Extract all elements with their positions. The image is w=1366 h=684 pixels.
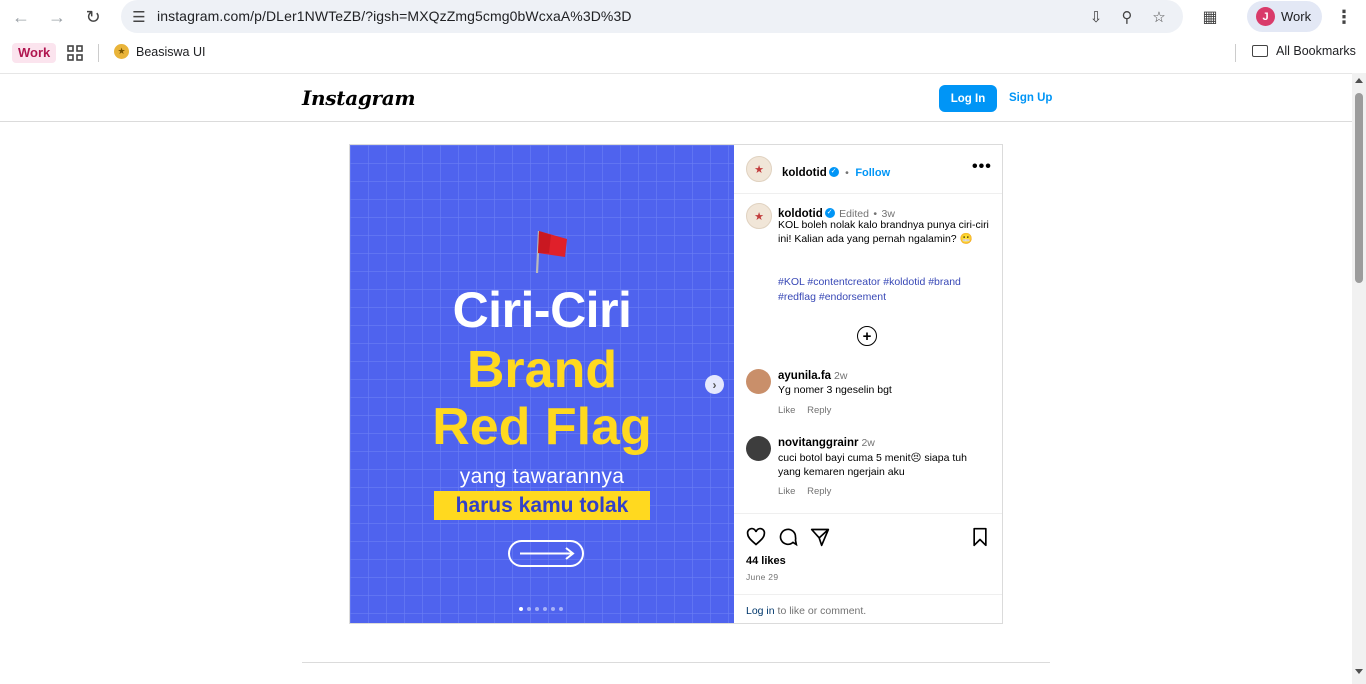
- media-title-line3: Red Flag: [432, 398, 652, 456]
- all-bookmarks-button[interactable]: All Bookmarks: [1252, 44, 1356, 58]
- instagram-header: Instagram Log In Sign Up: [0, 74, 1352, 122]
- extensions-icon[interactable]: ▦: [1198, 5, 1222, 29]
- scroll-down-icon[interactable]: [1355, 669, 1363, 674]
- page-scrollbar[interactable]: [1352, 73, 1366, 684]
- post-sidebar: ★ koldotid ✓ • Follow ••• ★ koldotid ✓ Edi…: [734, 145, 1002, 623]
- caption-text: KOL boleh nolak kalo brandnya punya ciri…: [778, 219, 989, 245]
- comment-text: cuci botol bayi cuma 5 menit😣 siapa tuh …: [778, 452, 967, 478]
- verified-icon: ✓: [824, 207, 835, 218]
- post-media[interactable]: Ciri-Ciri Brand Red Flag yang tawarannya…: [350, 145, 734, 623]
- comment-meta: ayunila.fa 2w: [778, 370, 847, 382]
- comment-avatar[interactable]: [746, 436, 771, 461]
- comment-username[interactable]: ayunila.fa: [778, 370, 831, 382]
- signup-link[interactable]: Sign Up: [1009, 92, 1052, 104]
- login-suffix: to like or comment.: [774, 605, 867, 617]
- slide-dot: [519, 607, 523, 611]
- caption-hashtags[interactable]: #KOL #contentcreator #koldotid #brand #r…: [778, 275, 992, 305]
- comment-like-button[interactable]: Like: [778, 486, 795, 497]
- red-flag-icon: [535, 230, 567, 274]
- slide-dot: [527, 607, 531, 611]
- page-content: Instagram Log In Sign Up Ciri-Ciri Brand…: [0, 73, 1352, 684]
- apps-grid-icon[interactable]: [67, 45, 83, 61]
- address-bar[interactable]: ☰ instagram.com/p/DLer1NWTeZB/?igsh=MXQz…: [121, 0, 1183, 33]
- site-settings-icon[interactable]: ☰: [129, 7, 149, 27]
- post-header: ★ koldotid ✓ • Follow •••: [734, 145, 1002, 194]
- media-highlight: harus kamu tolak: [434, 491, 650, 520]
- scroll-thumb[interactable]: [1355, 93, 1363, 283]
- slide-indicator: [519, 607, 563, 611]
- media-title-line2: Brand: [466, 341, 618, 399]
- profile-avatar: J: [1256, 7, 1275, 26]
- comment-actions: Like Reply: [778, 405, 840, 416]
- content-divider: [302, 662, 1050, 663]
- login-button[interactable]: Log In: [939, 85, 997, 112]
- folder-icon: [1252, 45, 1268, 57]
- login-link[interactable]: Log in: [746, 605, 775, 617]
- comment-like-button[interactable]: Like: [778, 405, 795, 416]
- scroll-up-icon[interactable]: [1355, 78, 1363, 83]
- post-card: Ciri-Ciri Brand Red Flag yang tawarannya…: [349, 144, 1003, 624]
- slide-dot: [559, 607, 563, 611]
- bookmark-star-icon[interactable]: ☆: [1149, 7, 1169, 27]
- browser-menu-icon[interactable]: ⋮: [1333, 5, 1355, 29]
- slide-dot: [543, 607, 547, 611]
- bookmarks-bar: Work ★ Beasiswa UI All Bookmarks: [0, 34, 1366, 72]
- share-icon[interactable]: [810, 527, 830, 547]
- comment-reply-button[interactable]: Reply: [807, 405, 831, 416]
- bookmark-beasiswa[interactable]: ★ Beasiswa UI: [114, 44, 205, 59]
- author-line: koldotid ✓ • Follow: [782, 163, 890, 181]
- bookmark-group-work[interactable]: Work: [12, 43, 57, 63]
- instagram-logo[interactable]: Instagram: [302, 86, 416, 110]
- arrow-pill: [508, 540, 584, 567]
- comment-actions: Like Reply: [778, 486, 840, 497]
- comment-username[interactable]: novitanggrainr: [778, 437, 859, 449]
- bookmark-label: Beasiswa UI: [136, 44, 206, 59]
- all-bookmarks-label: All Bookmarks: [1276, 44, 1356, 58]
- slide-dot: [551, 607, 555, 611]
- address-url[interactable]: instagram.com/p/DLer1NWTeZB/?igsh=MXQzZm…: [157, 8, 632, 24]
- favicon-icon: ★: [114, 44, 129, 59]
- browser-toolbar: ← → ↻ ☰ instagram.com/p/DLer1NWTeZB/?igs…: [0, 0, 1366, 34]
- likes-count[interactable]: 44 likes: [746, 555, 786, 567]
- next-slide-button[interactable]: ›: [705, 375, 724, 394]
- long-arrow-icon: [520, 547, 575, 560]
- login-prompt: Log in to like or comment.: [746, 605, 866, 617]
- reload-icon[interactable]: ↻: [81, 5, 105, 29]
- comment-reply-button[interactable]: Reply: [807, 486, 831, 497]
- media-title-line1: Ciri-Ciri: [452, 282, 632, 338]
- post-date: June 29: [746, 572, 779, 582]
- comment-meta: novitanggrainr 2w: [778, 437, 875, 449]
- install-app-icon[interactable]: ⇩: [1086, 7, 1106, 27]
- heart-icon[interactable]: [746, 527, 766, 547]
- author-username[interactable]: koldotid: [782, 167, 827, 179]
- dot-separator: •: [845, 167, 849, 179]
- author-avatar[interactable]: ★: [746, 156, 772, 182]
- verified-icon: ✓: [828, 166, 839, 177]
- profile-button[interactable]: J Work: [1247, 1, 1322, 32]
- post-actions: 44 likes June 29 Log in to like or comme…: [734, 513, 1002, 623]
- media-subtitle: yang tawarannya: [459, 465, 625, 488]
- bookmark-separator: [1235, 44, 1236, 62]
- save-icon[interactable]: [970, 527, 990, 547]
- profile-name: Work: [1281, 9, 1312, 24]
- slide-dot: [535, 607, 539, 611]
- comment-time: 2w: [861, 437, 875, 449]
- back-arrow-icon[interactable]: ←: [9, 5, 33, 29]
- comment-text: Yg nomer 3 ngeselin bgt: [778, 384, 892, 396]
- caption-avatar[interactable]: ★: [746, 203, 772, 229]
- follow-button[interactable]: Follow: [855, 167, 890, 179]
- load-more-comments-icon[interactable]: +: [857, 326, 877, 346]
- zoom-icon[interactable]: ⚲: [1117, 7, 1137, 27]
- comment-time: 2w: [833, 370, 848, 382]
- more-options-icon[interactable]: •••: [972, 158, 992, 176]
- bookmark-separator: [98, 44, 99, 62]
- comment-avatar[interactable]: [746, 369, 771, 394]
- forward-arrow-icon[interactable]: →: [45, 5, 69, 29]
- comment-icon[interactable]: [778, 527, 798, 547]
- login-to-comment: Log in to like or comment.: [734, 594, 1002, 624]
